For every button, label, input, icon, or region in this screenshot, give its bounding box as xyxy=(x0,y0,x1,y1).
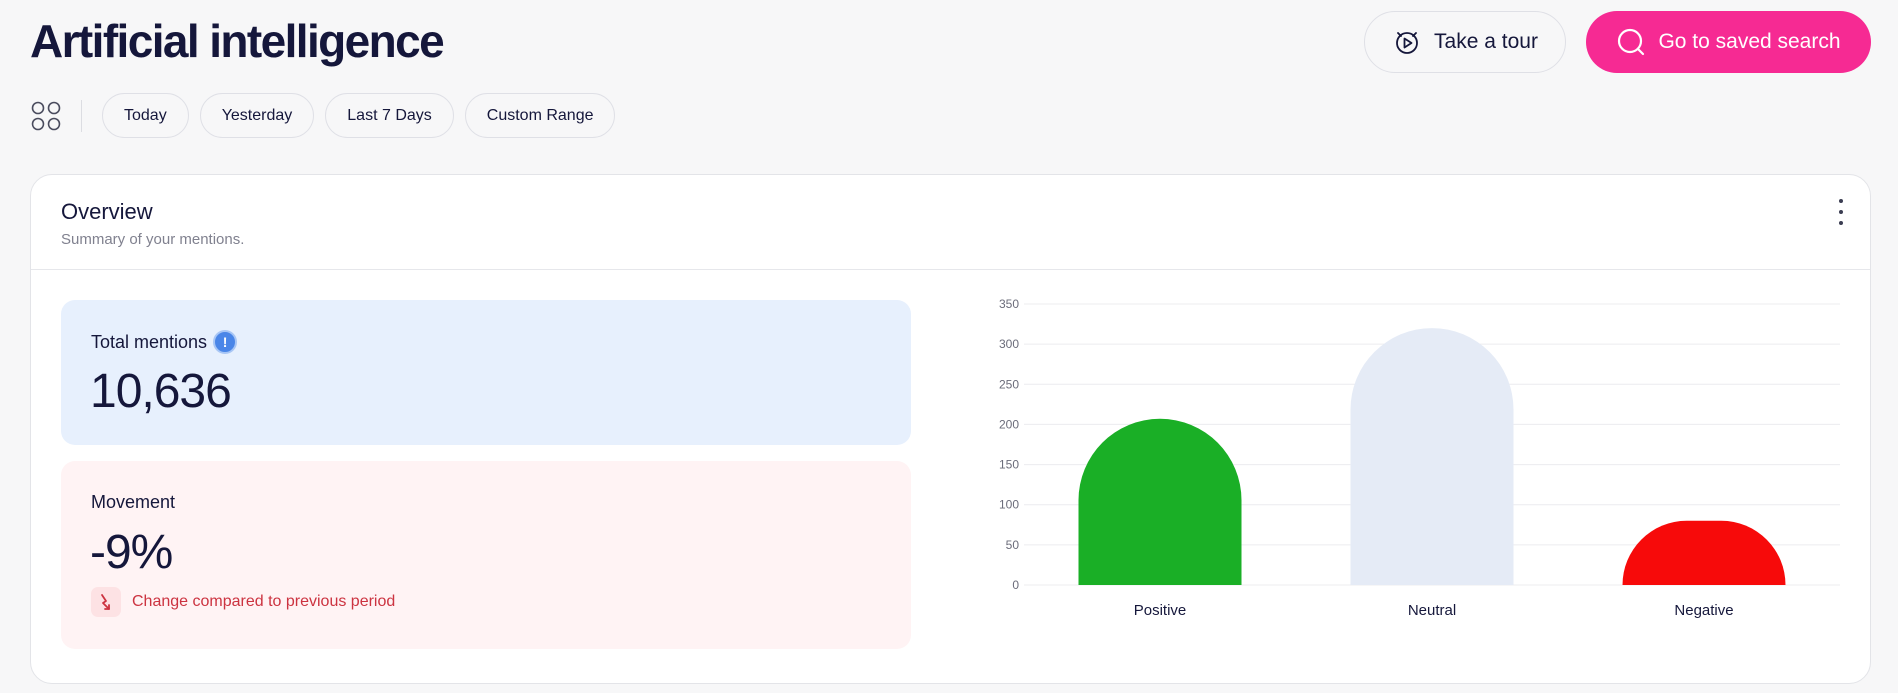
total-mentions-value: 10,636 xyxy=(90,365,232,418)
y-tick-label: 150 xyxy=(999,458,1019,472)
take-a-tour-label: Take a tour xyxy=(1434,30,1538,53)
filter-today[interactable]: Today xyxy=(102,93,189,138)
view-grid-icon[interactable] xyxy=(31,101,61,131)
y-tick-label: 100 xyxy=(999,498,1019,512)
bar-neutral[interactable] xyxy=(1350,328,1514,585)
y-tick-label: 350 xyxy=(999,297,1019,311)
bar-positive[interactable] xyxy=(1078,418,1242,585)
total-mentions-panel: Total mentions ! 10,636 xyxy=(61,300,911,445)
change-row: Change compared to previous period xyxy=(91,587,395,617)
trend-down-icon xyxy=(91,587,121,617)
x-tick-label: Negative xyxy=(1674,602,1733,619)
overview-subtitle: Summary of your mentions. xyxy=(61,231,245,248)
tour-play-icon xyxy=(1396,32,1418,54)
bar-negative[interactable] xyxy=(1622,520,1786,585)
x-tick-label: Positive xyxy=(1134,602,1187,619)
change-description: Change compared to previous period xyxy=(132,593,396,610)
date-filter-group: Today Yesterday Last 7 Days Custom Range xyxy=(102,93,616,138)
total-mentions-label: Total mentions xyxy=(91,331,208,352)
y-tick-label: 200 xyxy=(999,417,1019,431)
y-tick-label: 50 xyxy=(1006,538,1020,552)
info-icon[interactable]: ! xyxy=(213,330,238,354)
y-tick-label: 250 xyxy=(999,377,1019,391)
go-to-saved-search-button[interactable]: Go to saved search xyxy=(1586,11,1871,73)
overview-title: Overview xyxy=(61,199,153,224)
x-tick-label: Neutral xyxy=(1408,602,1456,619)
movement-panel: Movement -9% Change compared to previous… xyxy=(61,461,911,649)
filter-yesterday[interactable]: Yesterday xyxy=(199,93,315,138)
page-title: Artificial intelligence xyxy=(30,15,445,67)
go-to-saved-search-label: Go to saved search xyxy=(1658,30,1841,53)
sentiment-bar-chart: 0 50 100 150 200 250 300 350 Positive Neutral Nega… xyxy=(999,297,1840,619)
filter-divider xyxy=(81,100,82,132)
take-a-tour-button[interactable]: Take a tour xyxy=(1364,11,1566,73)
overview-header: Overview Summary of your mentions. xyxy=(31,175,1870,270)
movement-value: -9% xyxy=(90,526,173,579)
filter-custom-range[interactable]: Custom Range xyxy=(464,93,616,138)
overview-card: Overview Summary of your mentions. Total… xyxy=(30,174,1871,684)
dashboard-page: Artificial intelligence Take a tour Go t… xyxy=(0,0,1898,693)
filter-last-7-days[interactable]: Last 7 Days xyxy=(325,93,454,138)
y-tick-label: 0 xyxy=(1012,578,1019,592)
y-tick-label: 300 xyxy=(999,337,1019,351)
search-icon xyxy=(1618,28,1645,56)
movement-label: Movement xyxy=(91,492,176,512)
more-options-icon[interactable] xyxy=(1834,199,1848,225)
total-mentions-label-row: Total mentions ! xyxy=(91,330,238,354)
